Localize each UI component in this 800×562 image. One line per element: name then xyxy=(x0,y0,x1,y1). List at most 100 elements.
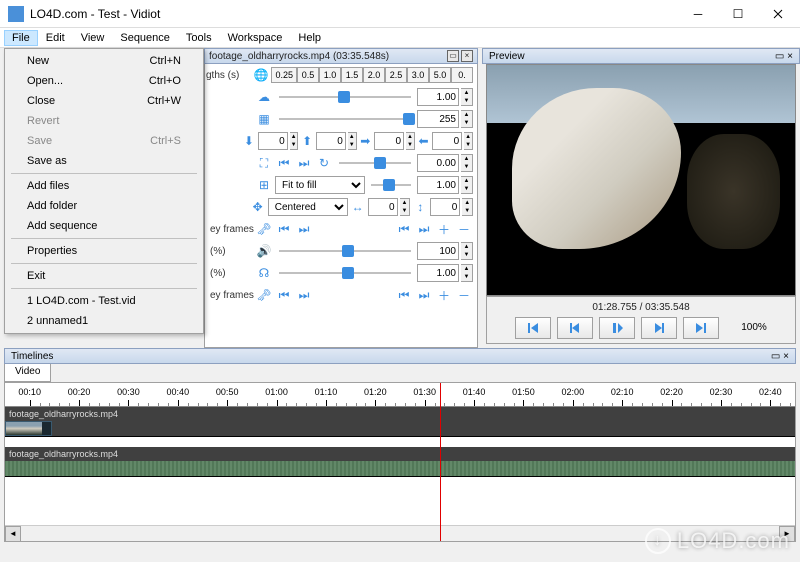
pan-spinner[interactable]: ▲▼ xyxy=(461,264,473,282)
audio-waveform[interactable] xyxy=(5,461,795,476)
preview-viewport[interactable] xyxy=(486,64,796,296)
volume-slider[interactable] xyxy=(279,243,411,259)
play-pause-button[interactable] xyxy=(599,317,635,339)
menu-tools[interactable]: Tools xyxy=(178,30,220,46)
scaling-spinner[interactable]: ▲▼ xyxy=(461,176,473,194)
scaling-input[interactable] xyxy=(417,176,459,194)
video-clip[interactable] xyxy=(5,421,52,436)
video-track[interactable]: footage_oldharryrocks.mp4 xyxy=(5,407,795,437)
kf-prev-button[interactable]: ⏮ xyxy=(275,220,293,238)
crop-left-spinner[interactable]: ▲▼ xyxy=(406,132,415,150)
menu-workspace[interactable]: Workspace xyxy=(220,30,291,46)
timeline-ruler[interactable]: 00:1000:2000:3000:4000:5001:0001:1001:20… xyxy=(5,383,795,407)
menu-view[interactable]: View xyxy=(73,30,113,46)
speed-0.5[interactable]: 0.5 xyxy=(297,67,319,83)
audio-kf-next-button[interactable]: ⏭ xyxy=(295,286,313,304)
file-menu-item[interactable]: Add folder xyxy=(7,196,201,216)
volume-spinner[interactable]: ▲▼ xyxy=(461,242,473,260)
rotation-slider[interactable] xyxy=(339,155,411,171)
file-menu-item[interactable]: Properties xyxy=(7,241,201,261)
pos-x-input[interactable] xyxy=(368,198,398,216)
audio-kf-goto-next-button[interactable]: ⏭ xyxy=(415,286,433,304)
rotate-icon[interactable]: ↻ xyxy=(315,154,333,172)
rotation-input[interactable] xyxy=(417,154,459,172)
scroll-left-button[interactable]: ◄ xyxy=(5,526,21,542)
speed-spinner[interactable]: ▲▼ xyxy=(461,88,473,106)
menu-file[interactable]: File xyxy=(4,30,38,46)
kf-remove-button[interactable]: － xyxy=(455,220,473,238)
crop-top-input[interactable] xyxy=(258,132,288,150)
audio-kf-add-button[interactable]: ＋ xyxy=(435,286,453,304)
skip-start-button[interactable] xyxy=(515,317,551,339)
scaling-select[interactable]: Fit to fill xyxy=(275,176,365,194)
speed-1.0[interactable]: 1.0 xyxy=(319,67,341,83)
pan-slider[interactable] xyxy=(279,265,411,281)
scaling-slider[interactable] xyxy=(371,177,411,193)
kf-add-button[interactable]: ＋ xyxy=(435,220,453,238)
speed-more[interactable]: 0. xyxy=(451,67,473,83)
prev-keyframe-icon[interactable]: ⏮ xyxy=(275,154,293,172)
timeline-body[interactable]: 00:1000:2000:3000:4000:5001:0001:1001:20… xyxy=(4,382,796,542)
file-menu-item[interactable]: Add sequence xyxy=(7,216,201,236)
audio-kf-remove-button[interactable]: － xyxy=(455,286,473,304)
prev-frame-button[interactable] xyxy=(557,317,593,339)
menu-help[interactable]: Help xyxy=(290,30,329,46)
timeline-tab-video[interactable]: Video xyxy=(4,364,51,382)
speed-3.0[interactable]: 3.0 xyxy=(407,67,429,83)
audio-kf-prev-button[interactable]: ⏮ xyxy=(275,286,293,304)
pan-input[interactable] xyxy=(417,264,459,282)
kf-next-button[interactable]: ⏭ xyxy=(295,220,313,238)
file-menu-item[interactable]: 2 unnamed1 xyxy=(7,311,201,331)
menu-sequence[interactable]: Sequence xyxy=(112,30,178,46)
file-menu-item[interactable]: Open...Ctrl+O xyxy=(7,71,201,91)
speed-2.0[interactable]: 2.0 xyxy=(363,67,385,83)
kf-goto-prev-button[interactable]: ⏮ xyxy=(395,220,413,238)
crop-left-input[interactable] xyxy=(374,132,404,150)
skip-end-button[interactable] xyxy=(683,317,719,339)
timeline-playhead[interactable] xyxy=(440,383,441,541)
file-menu-item[interactable]: NewCtrl+N xyxy=(7,51,201,71)
file-menu-item[interactable]: CloseCtrl+W xyxy=(7,91,201,111)
audio-kf-goto-prev-button[interactable]: ⏮ xyxy=(395,286,413,304)
timelines-dock-button[interactable]: ▭ xyxy=(771,351,780,362)
pos-y-spinner[interactable]: ▲▼ xyxy=(462,198,473,216)
volume-input[interactable] xyxy=(417,242,459,260)
details-close-button[interactable]: × xyxy=(461,50,473,62)
crop-bottom-spinner[interactable]: ▲▼ xyxy=(348,132,357,150)
window-close-button[interactable] xyxy=(758,0,798,28)
opacity-slider[interactable] xyxy=(279,111,411,127)
file-menu-item[interactable]: Save as xyxy=(7,151,201,171)
menu-edit[interactable]: Edit xyxy=(38,30,73,46)
kf-goto-next-button[interactable]: ⏭ xyxy=(415,220,433,238)
file-menu-item[interactable]: Exit xyxy=(7,266,201,286)
speed-slider[interactable] xyxy=(279,89,411,105)
window-minimize-button[interactable]: ─ xyxy=(678,0,718,28)
window-maximize-button[interactable]: ☐ xyxy=(718,0,758,28)
file-menu-item[interactable]: Add files xyxy=(7,176,201,196)
crop-bottom-input[interactable] xyxy=(316,132,346,150)
expand-icon[interactable]: ⛶ xyxy=(255,154,273,172)
next-frame-button[interactable] xyxy=(641,317,677,339)
speed-0.25[interactable]: 0.25 xyxy=(271,67,297,83)
rotation-spinner[interactable]: ▲▼ xyxy=(461,154,473,172)
preview-close-button[interactable]: × xyxy=(787,51,793,62)
pos-y-input[interactable] xyxy=(430,198,460,216)
alignment-select[interactable]: Centered xyxy=(268,198,348,216)
timelines-close-button[interactable]: × xyxy=(783,351,789,362)
ruler-minor-tick xyxy=(751,403,752,406)
crop-top-spinner[interactable]: ▲▼ xyxy=(290,132,299,150)
crop-right-spinner[interactable]: ▲▼ xyxy=(464,132,473,150)
speed-input[interactable] xyxy=(417,88,459,106)
speed-1.5[interactable]: 1.5 xyxy=(341,67,363,83)
crop-right-input[interactable] xyxy=(432,132,462,150)
opacity-spinner[interactable]: ▲▼ xyxy=(461,110,473,128)
speed-2.5[interactable]: 2.5 xyxy=(385,67,407,83)
preview-dock-button[interactable]: ▭ xyxy=(775,51,784,62)
speed-5.0[interactable]: 5.0 xyxy=(429,67,451,83)
details-dock-button[interactable]: ▭ xyxy=(447,50,459,62)
next-keyframe-icon[interactable]: ⏭ xyxy=(295,154,313,172)
pos-x-spinner[interactable]: ▲▼ xyxy=(400,198,411,216)
opacity-input[interactable] xyxy=(417,110,459,128)
audio-track[interactable]: footage_oldharryrocks.mp4 xyxy=(5,447,795,477)
file-menu-item[interactable]: 1 LO4D.com - Test.vid xyxy=(7,291,201,311)
